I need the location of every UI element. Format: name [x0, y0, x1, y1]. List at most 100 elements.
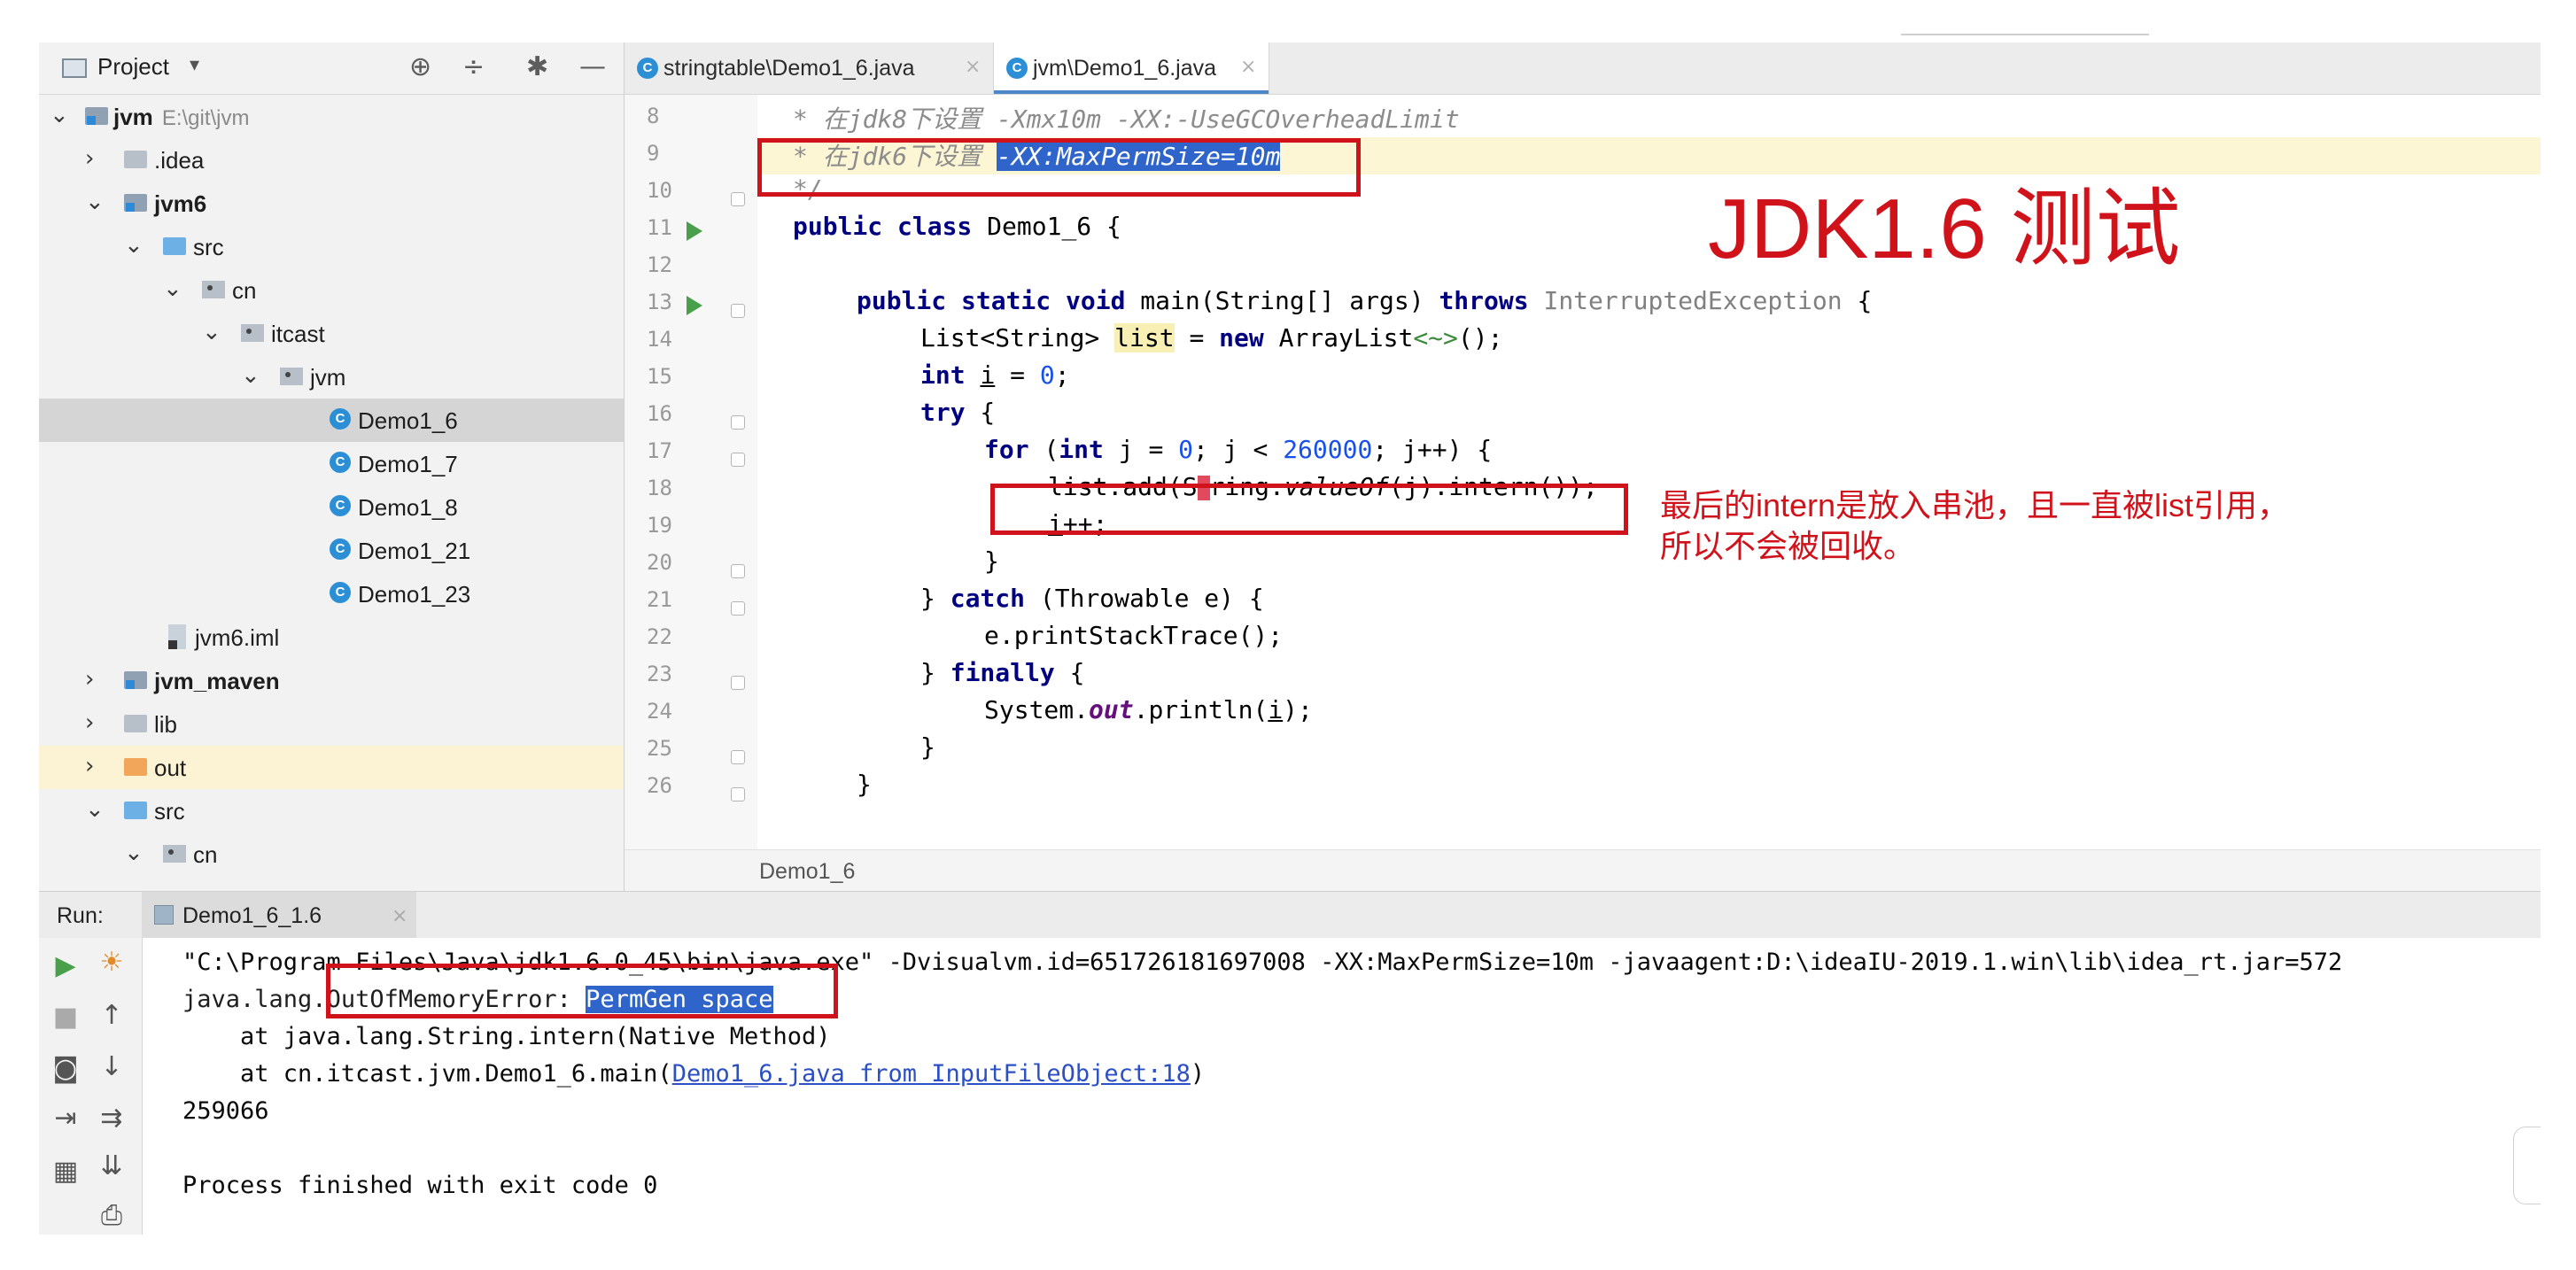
minimize-icon[interactable]: —: [579, 51, 606, 82]
tree-item-cn[interactable]: ⌄ cn: [39, 268, 624, 312]
run-class-icon[interactable]: [687, 221, 702, 241]
line-number: 26: [647, 773, 672, 798]
tree-item-jvm6[interactable]: ⌄ jvm6: [39, 182, 624, 225]
fold-marker-icon[interactable]: [731, 787, 745, 801]
gear-icon[interactable]: ✱: [526, 51, 548, 82]
fold-marker-icon[interactable]: [731, 750, 745, 764]
package-icon: [163, 845, 186, 863]
source-link[interactable]: Demo1_6.java from InputFileObject:18: [672, 1060, 1191, 1088]
fold-marker-icon[interactable]: [731, 453, 745, 467]
chevron-down-icon[interactable]: ▾: [190, 53, 199, 76]
line-number: 8: [647, 104, 660, 128]
arrow-down-icon[interactable]: ↓: [94, 1051, 129, 1082]
close-icon[interactable]: ×: [1240, 56, 1256, 78]
line-number: 24: [647, 699, 672, 724]
run-tab-demo1-6-1-6[interactable]: Demo1_6_1.6 ×: [142, 892, 416, 938]
scroll-handle[interactable]: [2513, 1127, 2541, 1204]
fold-marker-icon[interactable]: [731, 676, 745, 690]
console-text: ): [1190, 1060, 1206, 1088]
scroll-to-end-icon[interactable]: ⇊: [94, 1150, 129, 1181]
tree-item-src[interactable]: ⌄ src: [39, 225, 624, 268]
chevron-down-icon[interactable]: ⌄: [85, 796, 105, 823]
chevron-right-icon[interactable]: ›: [85, 145, 94, 172]
soft-wrap-icon[interactable]: ⇉: [94, 1103, 129, 1134]
collapse-icon[interactable]: ÷: [462, 51, 485, 82]
stop-icon[interactable]: ■: [48, 1002, 83, 1033]
chevron-right-icon[interactable]: ›: [85, 753, 94, 779]
chevron-down-icon[interactable]: ⌄: [202, 319, 221, 345]
tree-item-demo1-7[interactable]: C Demo1_7: [39, 442, 624, 485]
console-text: java.lang.: [182, 986, 327, 1013]
run-panel-label: Run:: [57, 903, 104, 928]
fold-marker-icon[interactable]: [731, 304, 745, 318]
folder-icon: [124, 715, 147, 732]
rerun-icon[interactable]: ▶: [48, 950, 83, 981]
code-text: .println(: [1133, 695, 1269, 724]
line-number: 15: [647, 364, 672, 389]
chevron-down-icon[interactable]: ⌄: [124, 840, 144, 866]
code-text: {: [1069, 658, 1085, 687]
exit-icon[interactable]: ⇥: [48, 1103, 83, 1134]
code-keyword: throws: [1439, 286, 1544, 315]
console-text: at cn.itcast.jvm.Demo1_6.main(: [182, 1060, 672, 1088]
breadcrumb[interactable]: Demo1_6: [625, 849, 2541, 892]
fold-marker-icon[interactable]: [731, 564, 745, 578]
code-text: =: [1174, 323, 1220, 352]
chevron-right-icon[interactable]: ›: [85, 709, 94, 736]
project-panel-title[interactable]: Project: [97, 53, 169, 81]
camera-icon[interactable]: ◙: [48, 1053, 83, 1084]
debug-bug-icon[interactable]: ☀: [94, 947, 129, 978]
fold-marker-icon[interactable]: [731, 192, 745, 206]
tree-item-idea[interactable]: › .idea: [39, 138, 624, 182]
chevron-down-icon[interactable]: ⌄: [85, 189, 105, 215]
window-top-line: [1901, 34, 2149, 35]
tree-item-demo1-8[interactable]: C Demo1_8: [39, 485, 624, 529]
tree-item-jvm6-iml[interactable]: jvm6.iml: [39, 616, 624, 659]
chevron-down-icon[interactable]: ⌄: [50, 102, 69, 128]
tree-item-lib[interactable]: › lib: [39, 702, 624, 746]
class-icon: C: [637, 58, 658, 79]
tree-item-demo1-21[interactable]: C Demo1_21: [39, 529, 624, 572]
tree-item-jvm-package[interactable]: ⌄ jvm: [39, 355, 624, 399]
tree-item-jvm-maven[interactable]: › jvm_maven: [39, 659, 624, 702]
tab-jvm-demo1-6[interactable]: C jvm\Demo1_6.java ×: [993, 43, 1269, 94]
code-editor[interactable]: 8 9 10 11 12 13 14 15 16 17 18 19 20 21 …: [625, 95, 2541, 849]
print-icon[interactable]: ⎙: [94, 1200, 129, 1231]
tree-item-out[interactable]: › out: [39, 746, 624, 789]
fold-marker-icon[interactable]: [731, 601, 745, 616]
chevron-down-icon[interactable]: ⌄: [163, 275, 182, 302]
breadcrumb-item[interactable]: Demo1_6: [759, 859, 855, 885]
tree-item-label: jvm6: [154, 190, 207, 217]
tree-item-path: E:\git\jvm: [161, 106, 250, 130]
tab-stringtable-demo1-6[interactable]: C stringtable\Demo1_6.java ×: [625, 43, 993, 94]
package-icon: [241, 324, 264, 342]
folder-icon: [124, 151, 147, 168]
code-variable: i: [980, 360, 996, 390]
arrow-up-icon[interactable]: ↑: [94, 1000, 129, 1031]
chevron-right-icon[interactable]: ›: [85, 666, 94, 693]
tree-item-demo1-6[interactable]: C Demo1_6: [39, 399, 624, 442]
code-text: System.: [984, 695, 1090, 724]
chevron-down-icon[interactable]: ⌄: [241, 362, 260, 389]
layout-icon[interactable]: ▦: [48, 1156, 83, 1187]
line-number: 21: [647, 587, 672, 612]
code-line-22: e.printStackTrace();: [984, 621, 1283, 658]
module-folder-icon: [124, 671, 147, 689]
annotation-box-intern-line: [990, 484, 1628, 535]
crosshair-icon[interactable]: ⊕: [409, 51, 431, 82]
code-line-11: public class Demo1_6 {: [793, 212, 1121, 249]
run-tab-label: Demo1_6_1.6: [182, 903, 322, 928]
tab-label: jvm\Demo1_6.java: [1033, 56, 1217, 81]
run-main-icon[interactable]: [687, 296, 702, 315]
tree-item-cn-root[interactable]: ⌄ cn: [39, 832, 624, 876]
fold-marker-icon[interactable]: [731, 415, 745, 430]
code-number: 0: [1039, 360, 1055, 390]
chevron-down-icon[interactable]: ⌄: [124, 232, 144, 259]
close-icon[interactable]: ×: [392, 905, 407, 927]
tree-item-itcast[interactable]: ⌄ itcast: [39, 312, 624, 355]
close-icon[interactable]: ×: [965, 56, 981, 78]
tree-item-demo1-23[interactable]: C Demo1_23: [39, 572, 624, 616]
tree-item-src-root[interactable]: ⌄ src: [39, 789, 624, 832]
code-variable: list: [1114, 323, 1175, 352]
tree-item-jvm-root[interactable]: ⌄ jvm E:\git\jvm: [39, 95, 624, 138]
